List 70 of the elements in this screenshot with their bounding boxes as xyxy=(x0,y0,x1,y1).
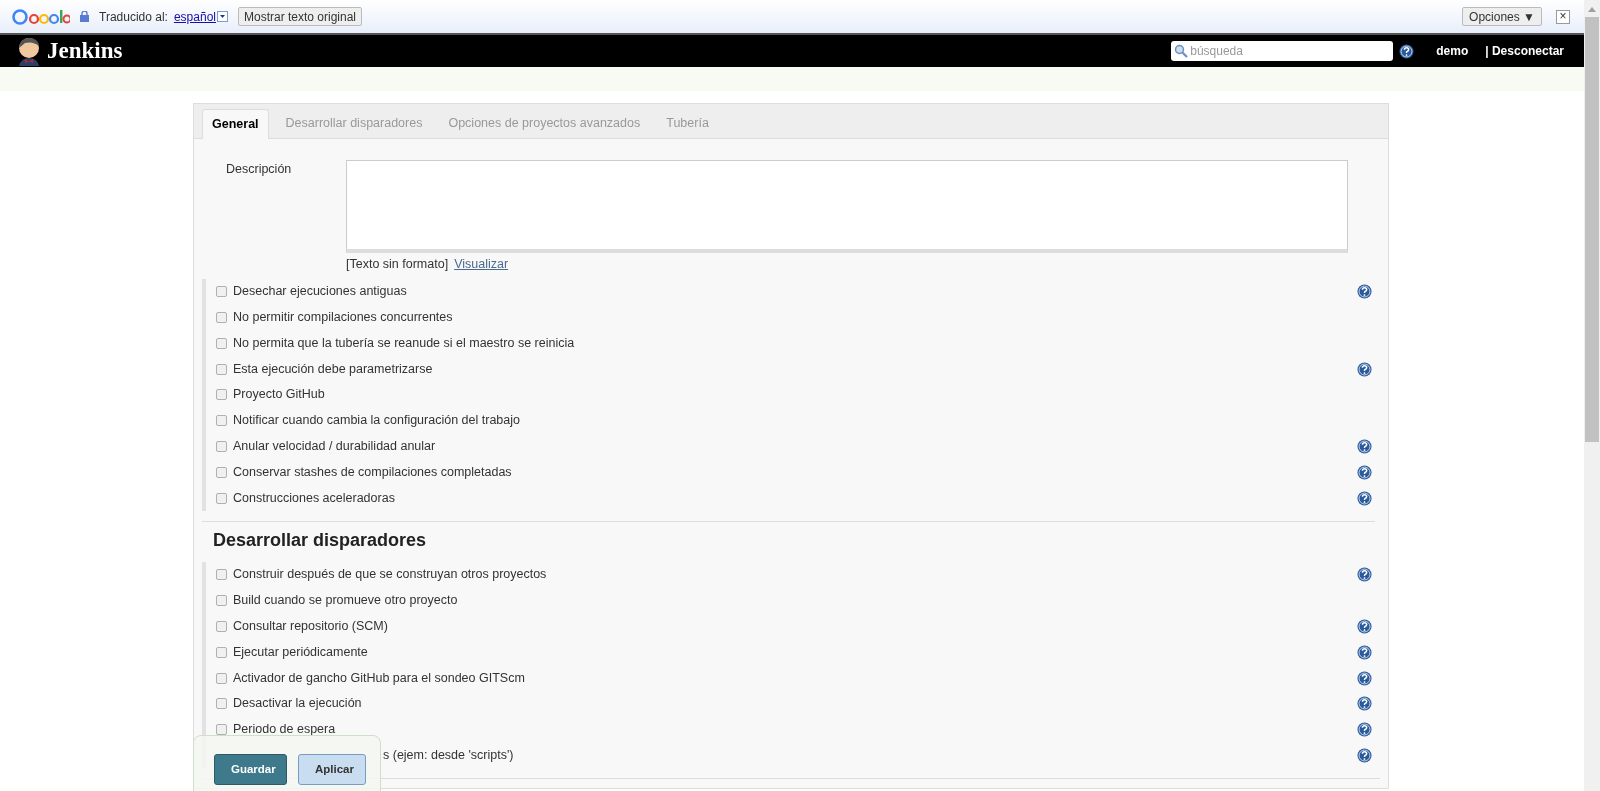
option-label: Esta ejecución debe parametrizarse xyxy=(233,360,433,378)
checkbox[interactable] xyxy=(216,415,227,427)
checkbox[interactable] xyxy=(216,363,227,375)
help-icon[interactable] xyxy=(1357,618,1372,634)
option-label: Build cuando se promueve otro proyecto xyxy=(233,592,458,610)
help-icon[interactable] xyxy=(1357,670,1372,686)
checkbox[interactable] xyxy=(216,492,227,504)
help-icon[interactable] xyxy=(1357,464,1372,480)
help-icon[interactable] xyxy=(1357,722,1372,738)
scrollbar-thumb[interactable] xyxy=(1585,17,1599,442)
tab[interactable]: General xyxy=(202,109,269,139)
checkbox[interactable] xyxy=(216,646,227,658)
close-button[interactable]: × xyxy=(1556,9,1570,24)
option-label: Construir después de que se construyan otros proyectos xyxy=(233,566,547,584)
option-label: No permita que la tubería se reanude si el maestro se reinicia xyxy=(233,334,575,352)
option-label: Consultar repositorio (SCM) xyxy=(233,618,388,636)
help-icon[interactable] xyxy=(1357,284,1372,300)
preview-link[interactable]: Visualizar xyxy=(454,255,509,274)
checkbox[interactable] xyxy=(216,337,227,349)
help-icon[interactable] xyxy=(1357,567,1372,583)
google-logo xyxy=(12,7,70,26)
scroll-up-icon[interactable] xyxy=(1588,6,1596,12)
checkbox[interactable] xyxy=(216,389,227,401)
option-label: Periodo de espera xyxy=(233,721,336,739)
options-button[interactable]: Opciones ▼ xyxy=(1462,7,1542,26)
option-label: Activador de gancho GitHub para el sondeo GITScm xyxy=(233,669,525,687)
user-link[interactable]: demo xyxy=(1436,42,1469,60)
checkbox[interactable] xyxy=(216,466,227,478)
checkbox[interactable] xyxy=(216,724,227,736)
language-link[interactable]: español xyxy=(173,7,216,26)
checkbox[interactable] xyxy=(216,595,227,607)
checkbox[interactable] xyxy=(216,672,227,684)
description-label: Descripción xyxy=(226,161,293,178)
option-label: Construcciones aceleradoras xyxy=(233,489,395,507)
option-label: Proyecto GitHub xyxy=(233,386,325,404)
search-icon xyxy=(1174,44,1189,58)
checkbox[interactable] xyxy=(216,286,227,298)
help-icon[interactable] xyxy=(1357,696,1372,712)
save-button[interactable]: Guardar xyxy=(214,754,287,785)
help-icon[interactable] xyxy=(1357,361,1372,377)
option-label: Anular velocidad / durabilidad anular xyxy=(233,438,436,456)
option-label: Ejecutar periódicamente xyxy=(233,643,368,661)
jenkins-title[interactable]: Jenkins xyxy=(47,33,123,69)
option-label: Desechar ejecuciones antiguas xyxy=(233,283,407,301)
checkbox[interactable] xyxy=(216,620,227,632)
checkbox[interactable] xyxy=(216,311,227,323)
checkbox[interactable] xyxy=(216,698,227,710)
checkbox[interactable] xyxy=(216,440,227,452)
help-icon[interactable] xyxy=(1357,747,1372,763)
option-label: No permitir compilaciones concurrentes xyxy=(233,309,453,327)
help-icon[interactable] xyxy=(1357,438,1372,454)
search-input[interactable]: búsqueda xyxy=(1190,42,1391,60)
show-original-button[interactable]: Mostrar texto original xyxy=(238,7,363,26)
help-icon[interactable] xyxy=(1357,644,1372,660)
description-field[interactable] xyxy=(346,160,1348,253)
section-heading: Desarrollar disparadores xyxy=(212,529,428,553)
checkbox[interactable] xyxy=(216,569,227,581)
option-label: Notificar cuando cambia la configuración del trabajo xyxy=(233,412,520,430)
option-label: Desactivar la ejecución xyxy=(233,695,362,713)
help-icon[interactable] xyxy=(1357,490,1372,506)
help-icon[interactable] xyxy=(1399,43,1415,59)
option-label: Conservar stashes de compilaciones completadas xyxy=(233,463,512,481)
format-label: [Texto sin formato] xyxy=(346,256,449,273)
apply-button[interactable]: Aplicar xyxy=(298,754,366,785)
translated-label: Traducido al: xyxy=(99,8,168,26)
lock-icon xyxy=(80,11,89,22)
logout-link[interactable]: | Desconectar xyxy=(1485,42,1564,60)
dropdown-icon[interactable] xyxy=(217,11,228,22)
option-label: s (ejem: desde 'scripts') xyxy=(383,747,514,764)
search-field[interactable]: búsqueda xyxy=(1171,41,1394,61)
